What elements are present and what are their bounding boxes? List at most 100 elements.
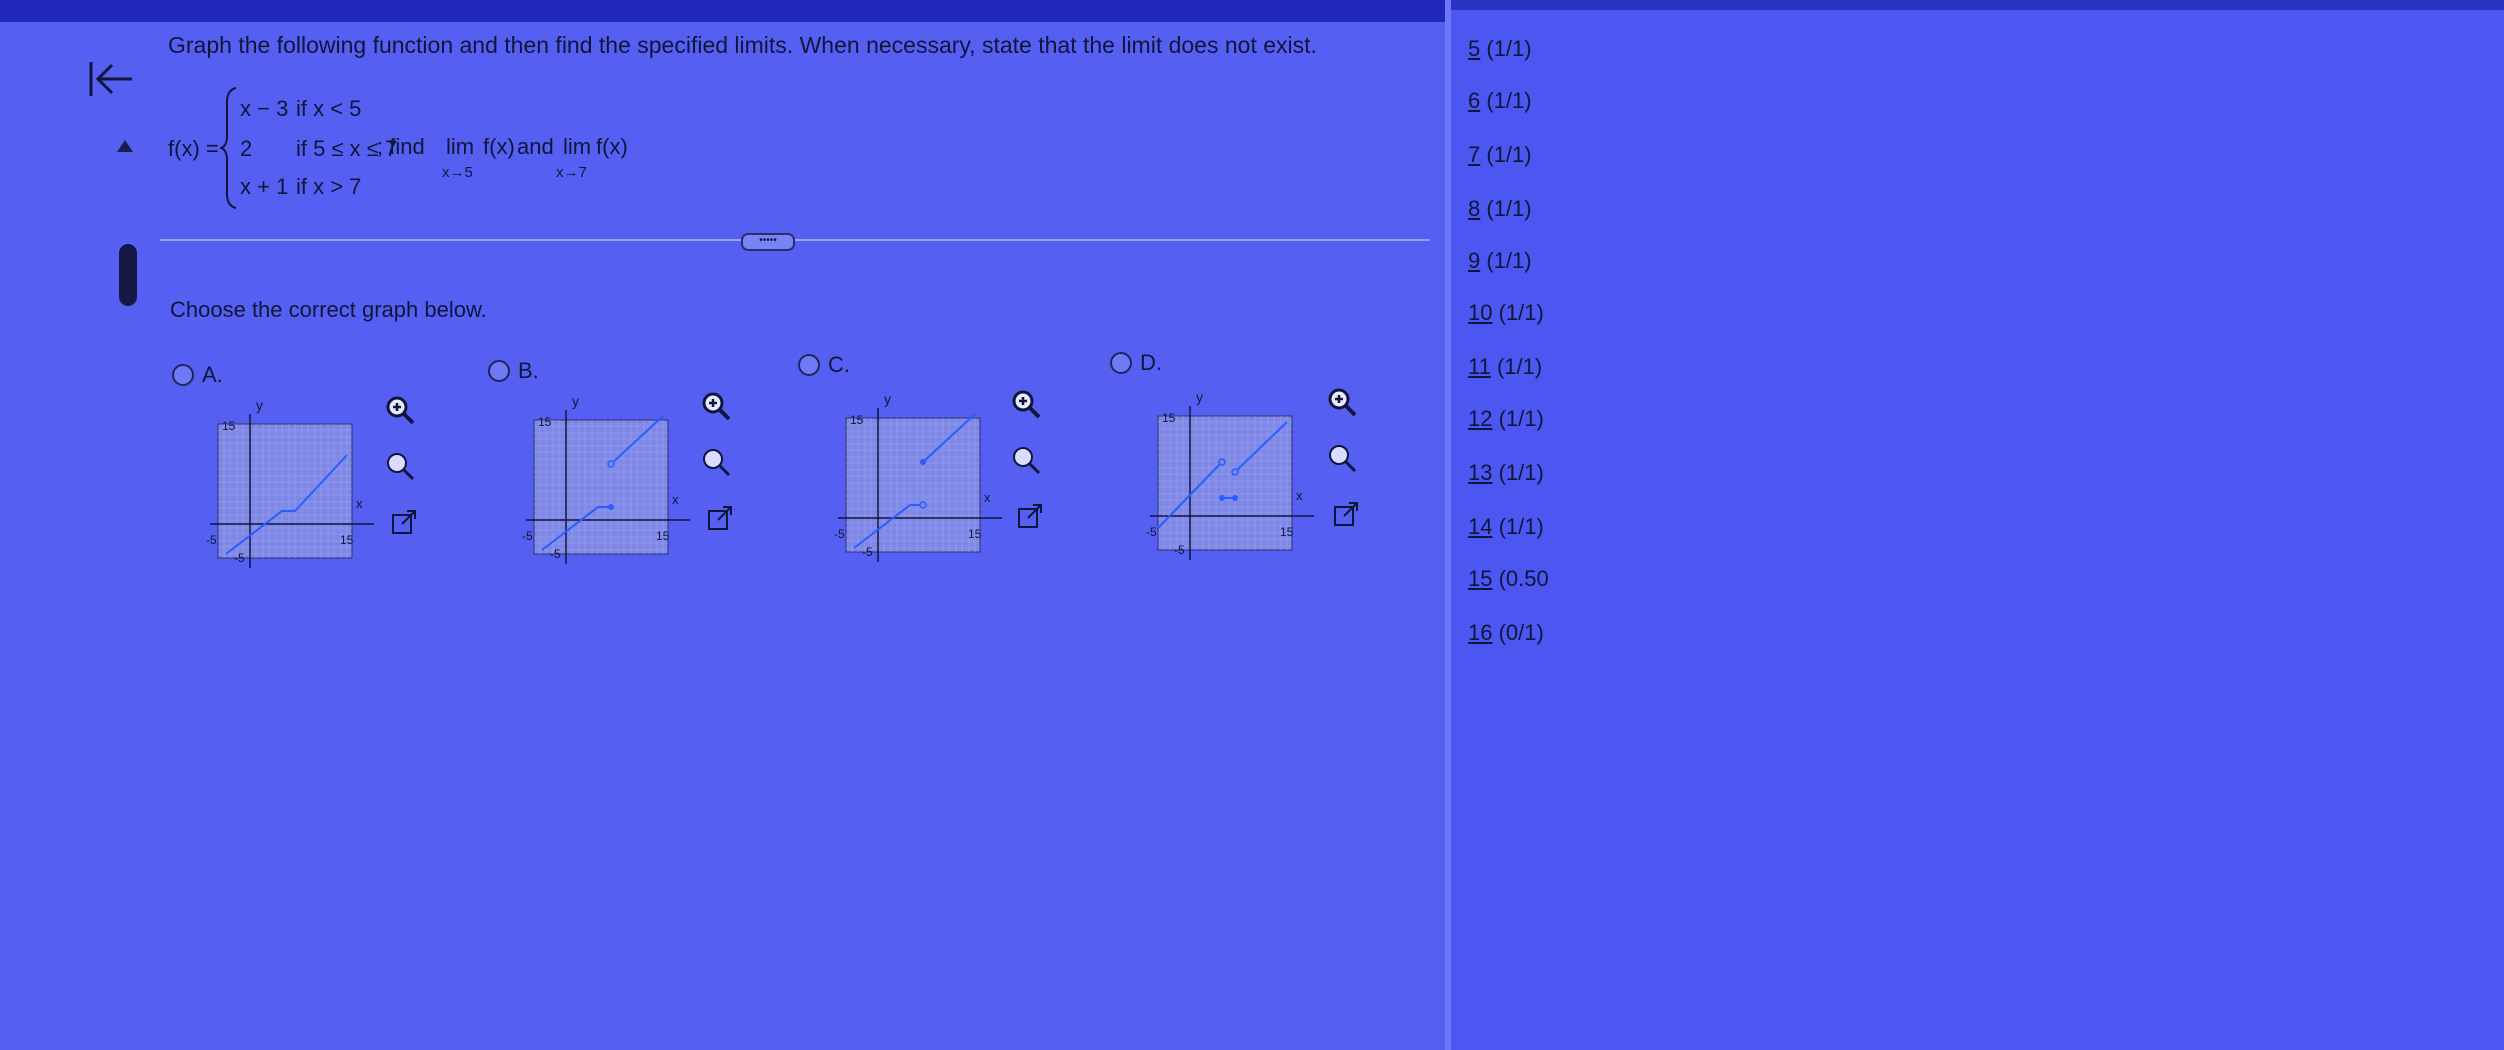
- piece-2-expr: 2: [240, 136, 253, 161]
- question-number[interactable]: 11: [1468, 354, 1491, 379]
- radio-a[interactable]: [172, 364, 194, 386]
- radio-d[interactable]: [1110, 352, 1132, 374]
- option-a[interactable]: A.: [172, 362, 223, 388]
- question-nav-item[interactable]: 10 (1/1): [1468, 300, 1544, 326]
- question-score: (0.50: [1498, 566, 1549, 591]
- question-nav-item[interactable]: 12 (1/1): [1468, 406, 1544, 432]
- question-score: (1/1): [1496, 354, 1543, 379]
- question-list-panel: [1445, 10, 2504, 1050]
- section-separator: [160, 239, 1430, 241]
- option-b[interactable]: B.: [488, 358, 539, 384]
- collapse-left-icon[interactable]: [88, 60, 134, 98]
- zoom-out-icon[interactable]: [1326, 442, 1358, 474]
- graph-d-y-min: -5: [1174, 543, 1185, 557]
- question-number[interactable]: 12: [1468, 406, 1492, 431]
- question-nav-item[interactable]: 15 (0.50: [1468, 566, 1549, 592]
- limit-1-sub: x→5: [442, 164, 473, 181]
- graph-d-closed-dot-2: [1232, 495, 1238, 501]
- top-bar-right: [1445, 0, 2504, 10]
- question-nav-item[interactable]: 14 (1/1): [1468, 514, 1544, 540]
- zoom-in-icon[interactable]: [700, 390, 732, 422]
- question-nav-item[interactable]: 9 (1/1): [1468, 248, 1532, 274]
- piece-3-cond: if x > 7: [296, 174, 362, 199]
- piece-3: x + 1 if x > 7: [240, 174, 361, 200]
- scrollbar-thumb[interactable]: [119, 244, 137, 306]
- function-label: f(x) =: [168, 136, 219, 161]
- graph-b-closed-dot: [608, 504, 614, 510]
- popout-icon[interactable]: [704, 502, 736, 534]
- limit-1-fx: f(x): [483, 134, 515, 159]
- graph-c-x-min: -5: [834, 527, 845, 541]
- question-number[interactable]: 5: [1468, 36, 1480, 61]
- graph-c-y-label: y: [884, 391, 891, 407]
- graph-d-y-label: y: [1196, 389, 1203, 405]
- panel-divider[interactable]: [1445, 0, 1451, 1050]
- question-score: (0/1): [1498, 620, 1544, 645]
- zoom-in-icon[interactable]: [1326, 386, 1358, 418]
- option-b-label: B.: [518, 358, 539, 383]
- graph-a-y-min: -5: [234, 551, 245, 565]
- question-number[interactable]: 15: [1468, 566, 1492, 591]
- piece-2: 2 if 5 ≤ x ≤ 7: [240, 136, 397, 162]
- question-nav-item[interactable]: 7 (1/1): [1468, 142, 1532, 168]
- question-number[interactable]: 9: [1468, 248, 1480, 273]
- graph-d-x-max: 15: [1280, 525, 1294, 539]
- option-c-label: C.: [828, 352, 850, 377]
- graph-c-closed-dot: [920, 459, 926, 465]
- zoom-out-icon[interactable]: [384, 450, 416, 482]
- question-nav-item[interactable]: 13 (1/1): [1468, 460, 1544, 486]
- popout-icon[interactable]: [388, 506, 420, 538]
- graph-c-y-top: 15: [850, 413, 864, 427]
- question-number[interactable]: 8: [1468, 196, 1480, 221]
- radio-c[interactable]: [798, 354, 820, 376]
- question-nav-item[interactable]: 6 (1/1): [1468, 88, 1532, 114]
- graph-d-closed-dot-1: [1219, 495, 1225, 501]
- graph-b-x-max: 15: [656, 529, 670, 543]
- graph-b-y-label: y: [572, 393, 579, 409]
- question-nav-item[interactable]: 8 (1/1): [1468, 196, 1532, 222]
- graph-c-x-max: 15: [968, 527, 982, 541]
- expand-more-button[interactable]: •••••: [741, 233, 795, 251]
- graph-d-open-dot-1: [1218, 458, 1226, 466]
- graph-b-y-top: 15: [538, 415, 552, 429]
- graph-d-x-label: x: [1296, 488, 1303, 503]
- option-c[interactable]: C.: [798, 352, 850, 378]
- question-number[interactable]: 16: [1468, 620, 1492, 645]
- question-number[interactable]: 10: [1468, 300, 1492, 325]
- zoom-in-icon[interactable]: [1010, 388, 1042, 420]
- graph-a-y-top: 15: [222, 419, 236, 433]
- option-d[interactable]: D.: [1110, 350, 1162, 376]
- question-nav-item[interactable]: 16 (0/1): [1468, 620, 1544, 646]
- question-score: (1/1): [1498, 300, 1544, 325]
- question-number[interactable]: 7: [1468, 142, 1480, 167]
- zoom-out-icon[interactable]: [1010, 444, 1042, 476]
- question-nav-item[interactable]: 5 (1/1): [1468, 36, 1532, 62]
- question-score: (1/1): [1498, 514, 1544, 539]
- question-nav-item[interactable]: 11 (1/1): [1468, 354, 1542, 380]
- popout-icon[interactable]: [1330, 498, 1362, 530]
- popout-icon[interactable]: [1014, 500, 1046, 532]
- question-number[interactable]: 13: [1468, 460, 1492, 485]
- scroll-up-icon[interactable]: [117, 140, 133, 152]
- graph-d[interactable]: y 15 x -5 15 -5: [1146, 388, 1326, 568]
- zoom-out-icon[interactable]: [700, 446, 732, 478]
- question-number[interactable]: 14: [1468, 514, 1492, 539]
- graph-b-open-dot: [607, 460, 615, 468]
- graph-a-x-label: x: [356, 496, 363, 511]
- option-a-label: A.: [202, 362, 223, 387]
- find-text: ; find: [377, 134, 425, 159]
- limit-2-sub: x→7: [556, 164, 587, 181]
- graph-b[interactable]: y 15 x -5 15 -5: [522, 392, 702, 572]
- graph-a[interactable]: y 15 x -5 15 -5: [206, 396, 386, 576]
- radio-b[interactable]: [488, 360, 510, 382]
- limit-1: lim: [446, 134, 475, 159]
- graph-d-x-min: -5: [1146, 525, 1157, 539]
- piece-1-cond: if x < 5: [296, 96, 362, 121]
- question-score: (1/1): [1486, 142, 1532, 167]
- graph-c[interactable]: y 15 x -5 15 -5: [834, 390, 1014, 570]
- graph-c-x-label: x: [984, 490, 991, 505]
- question-number[interactable]: 6: [1468, 88, 1480, 113]
- left-brace-icon: [220, 87, 237, 209]
- zoom-in-icon[interactable]: [384, 394, 416, 426]
- question-score: (1/1): [1486, 196, 1532, 221]
